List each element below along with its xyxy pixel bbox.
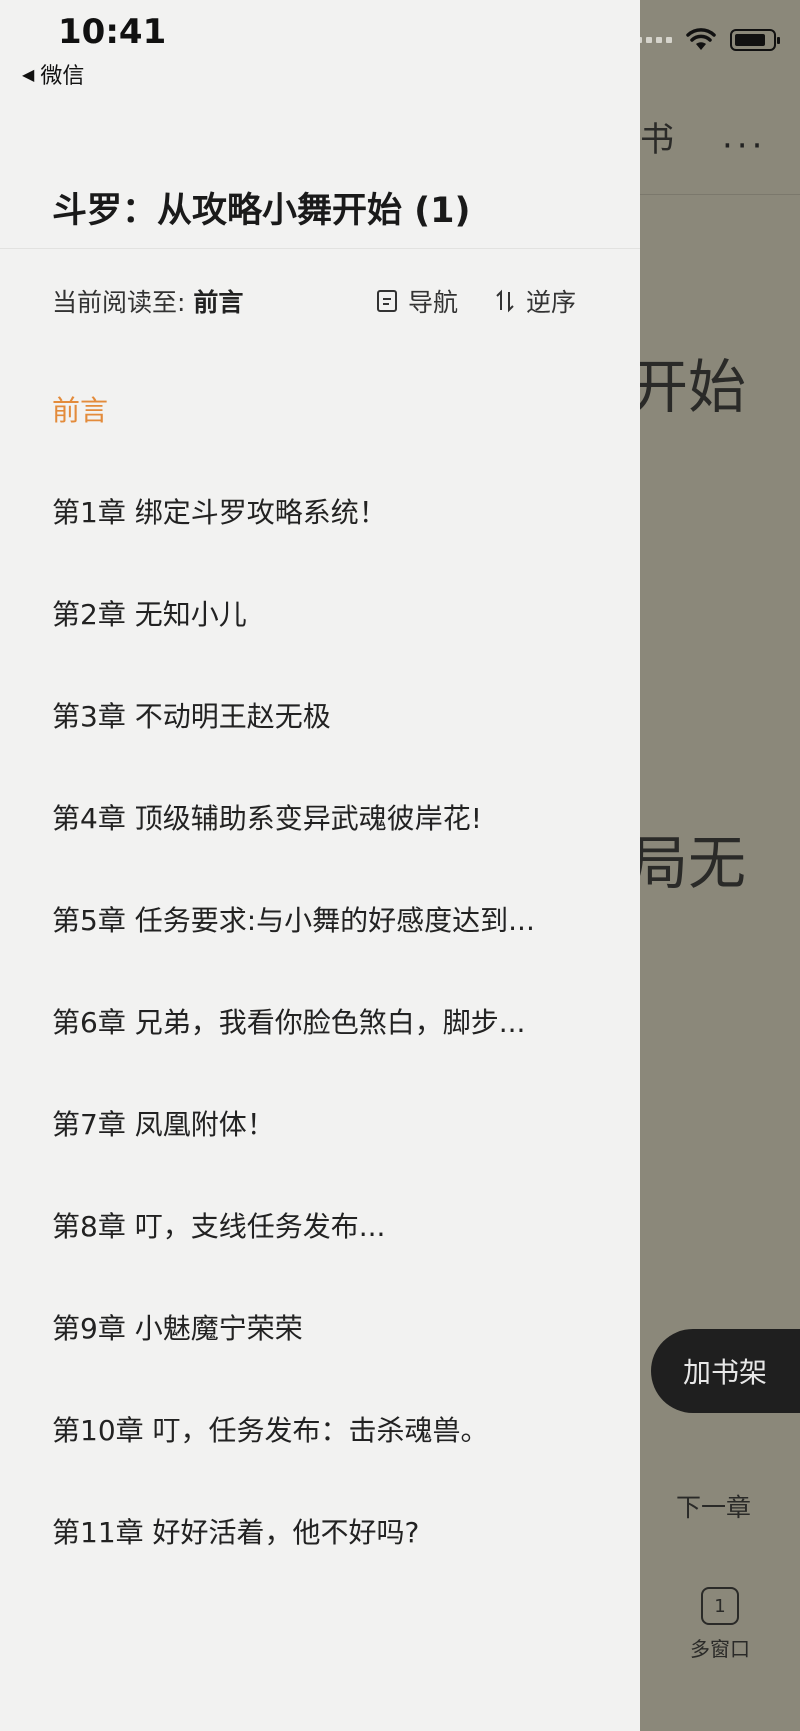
chapter-item[interactable]: 第11章 好好活着，他不好吗? (52, 1511, 592, 1551)
progress-chapter: 前言 (193, 288, 244, 317)
chapter-item[interactable]: 第3章 不动明王赵无极 (52, 695, 592, 735)
battery-icon (730, 29, 780, 51)
reader-text-fragment: 开始 (630, 353, 747, 421)
nav-button[interactable]: 导航 (376, 283, 458, 319)
chapter-item[interactable]: 第4章 顶级辅助系变异武魂彼岸花! (52, 797, 592, 837)
progress-prefix: 当前阅读至: (52, 288, 186, 317)
add-to-shelf-button[interactable]: 加书架 (651, 1329, 800, 1413)
chapter-item[interactable]: 第6章 兄弟，我看你脸色煞白，脚步... (52, 1001, 592, 1041)
book-title: 斗罗：从攻略小舞开始 (1) (52, 191, 471, 231)
signal-icon (636, 37, 672, 43)
more-button[interactable]: ··· (722, 126, 766, 166)
chapter-item[interactable]: 第1章 绑定斗罗攻略系统！ (52, 491, 592, 531)
chapter-item[interactable]: 第8章 叮，支线任务发布... (52, 1205, 592, 1245)
multi-window-button[interactable]: 1 多窗口 (687, 1587, 753, 1662)
reverse-order-button[interactable]: 逆序 (494, 283, 576, 319)
document-icon (377, 290, 397, 312)
chapter-item[interactable]: 第9章 小魅魔宁荣荣 (52, 1307, 592, 1347)
chapter-item[interactable]: 第10章 叮，任务发布：击杀魂兽。 (52, 1409, 592, 1449)
nav-label: 导航 (408, 288, 459, 317)
status-icons (636, 28, 780, 52)
chapter-item[interactable]: 第5章 任务要求:与小舞的好感度达到... (52, 899, 592, 939)
reader-title-fragment: 书 (640, 120, 674, 160)
chapter-drawer: 10:41 ◀ 微信 斗罗：从攻略小舞开始 (1) 当前阅读至: 前言 导航 逆… (0, 0, 640, 1731)
back-arrow-icon: ◀ (22, 64, 35, 84)
multi-window-label: 多窗口 (690, 1637, 750, 1661)
back-label: 微信 (40, 64, 85, 89)
header-divider (0, 248, 640, 249)
reading-progress: 当前阅读至: 前言 (52, 283, 243, 319)
chapter-item[interactable]: 第7章 凤凰附体！ (52, 1103, 592, 1143)
back-to-wechat-link[interactable]: ◀ 微信 (22, 58, 84, 90)
window-count-icon: 1 (701, 1587, 739, 1625)
sort-icon (496, 289, 514, 313)
next-chapter-button[interactable]: 下一章 (676, 1488, 751, 1524)
drawer-actions: 导航 逆序 (376, 283, 576, 319)
wifi-icon (686, 28, 716, 50)
reader-text-fragment: 局无 (630, 829, 747, 897)
reverse-label: 逆序 (526, 288, 577, 317)
chapter-item-current[interactable]: 前言 (52, 389, 592, 429)
chapter-item[interactable]: 第2章 无知小儿 (52, 593, 592, 633)
status-time: 10:41 (58, 12, 167, 52)
